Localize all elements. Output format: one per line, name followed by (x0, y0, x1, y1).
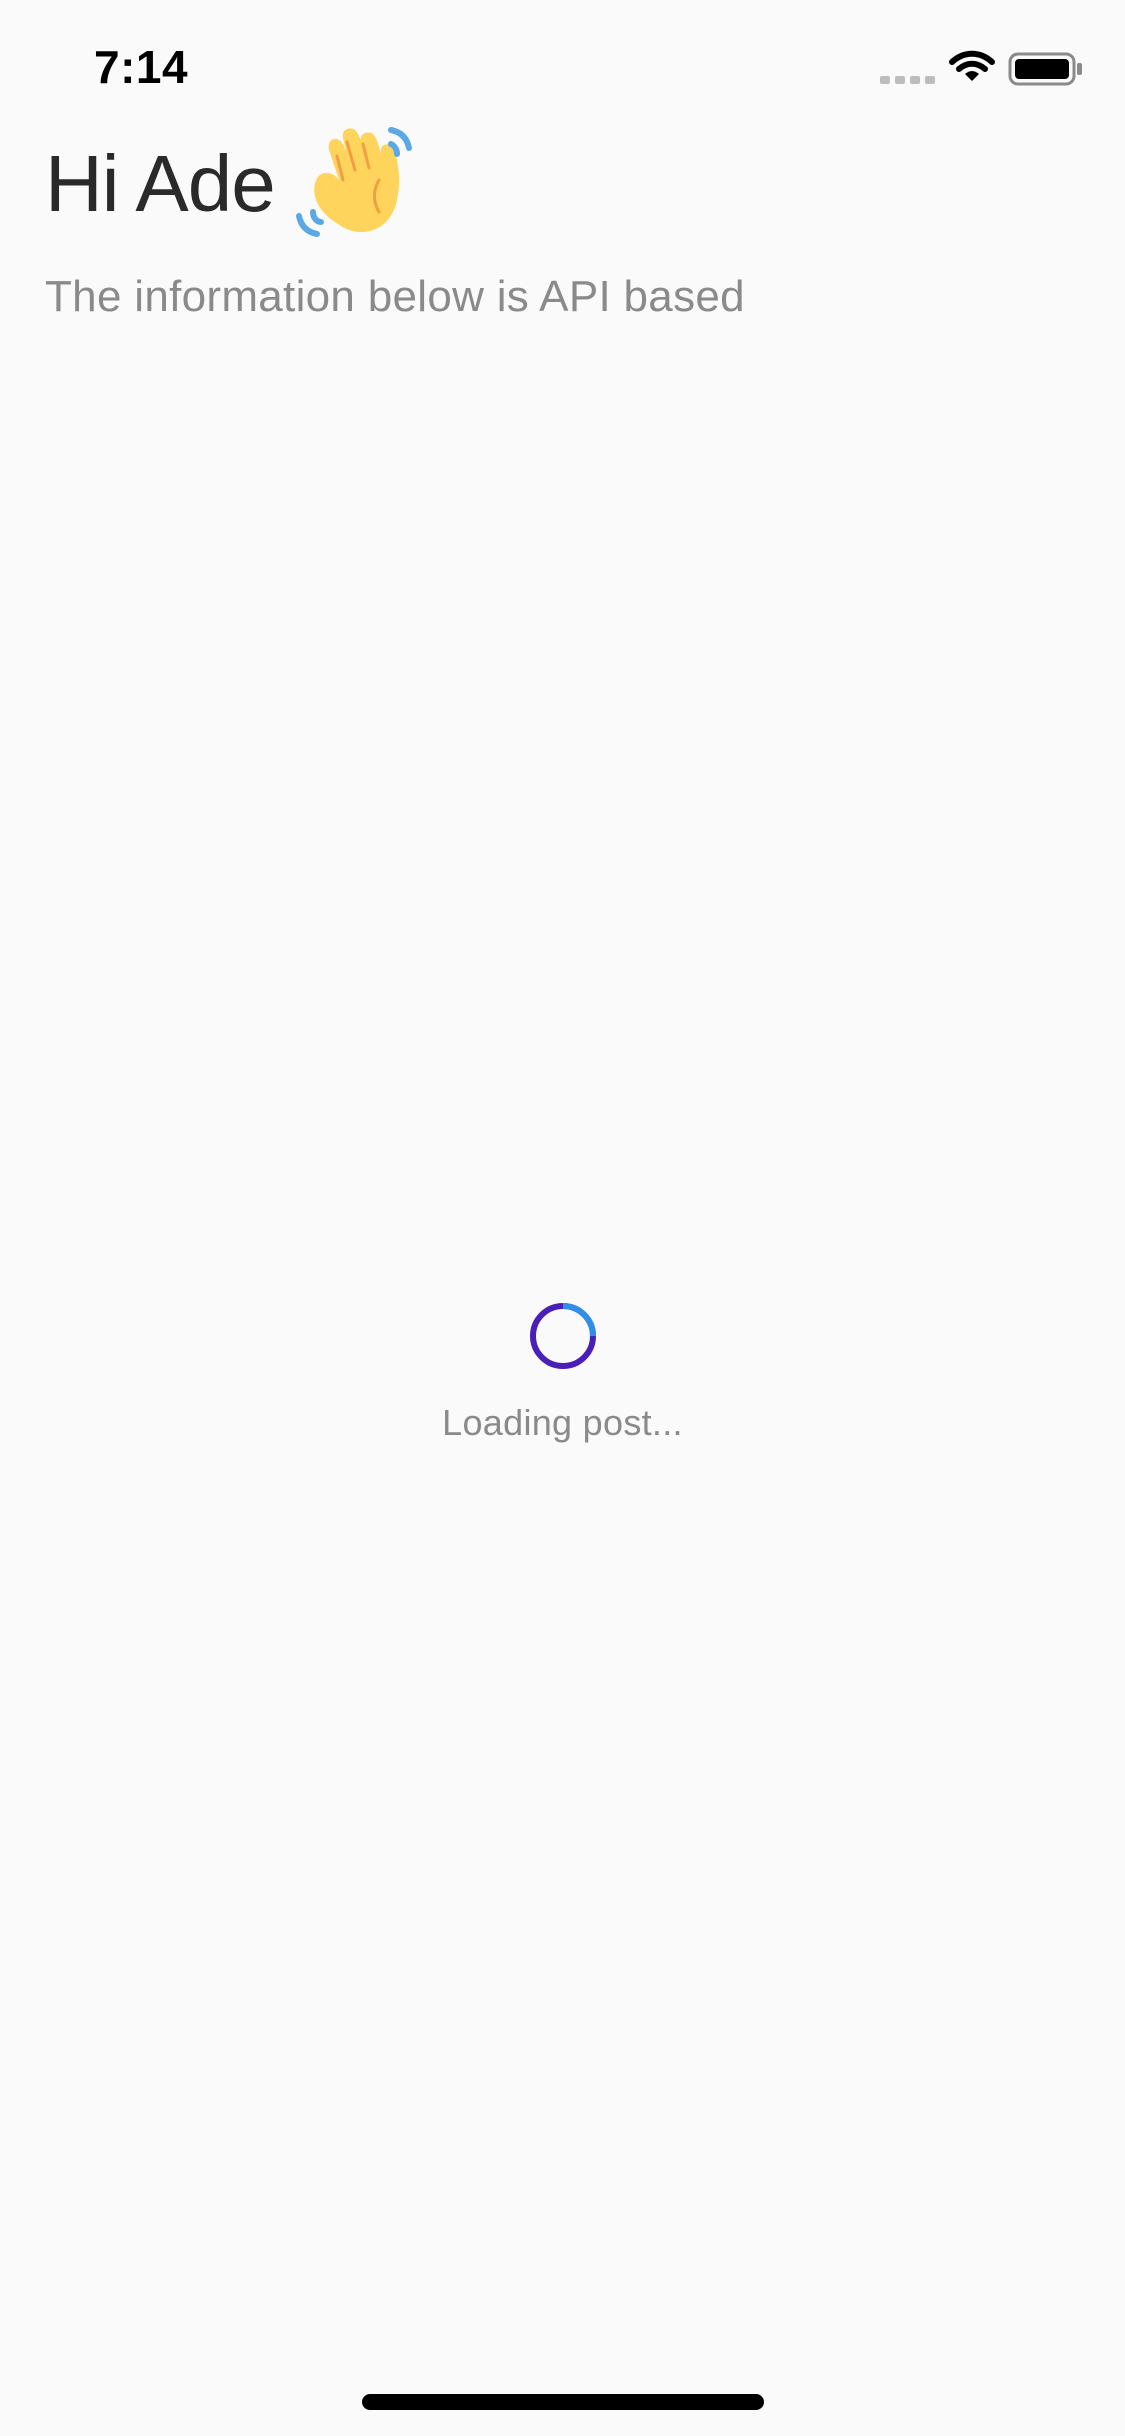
status-time: 7:14 (94, 41, 189, 93)
loading-spinner-icon (529, 1303, 596, 1369)
loading-text: Loading post... (442, 1402, 683, 1443)
loading-section: Loading post... (0, 1300, 1125, 1444)
greeting-title: Hi Ade (45, 139, 276, 228)
signal-dots-icon (880, 76, 935, 84)
wifi-icon (949, 50, 995, 81)
status-bar: 7:14 (0, 0, 1125, 135)
battery-icon (1008, 52, 1082, 86)
waving-hand-icon (295, 127, 412, 237)
home-indicator[interactable] (362, 2394, 764, 2410)
greeting-row: Hi Ade (45, 120, 417, 248)
subtitle: The information below is API based (45, 272, 745, 321)
